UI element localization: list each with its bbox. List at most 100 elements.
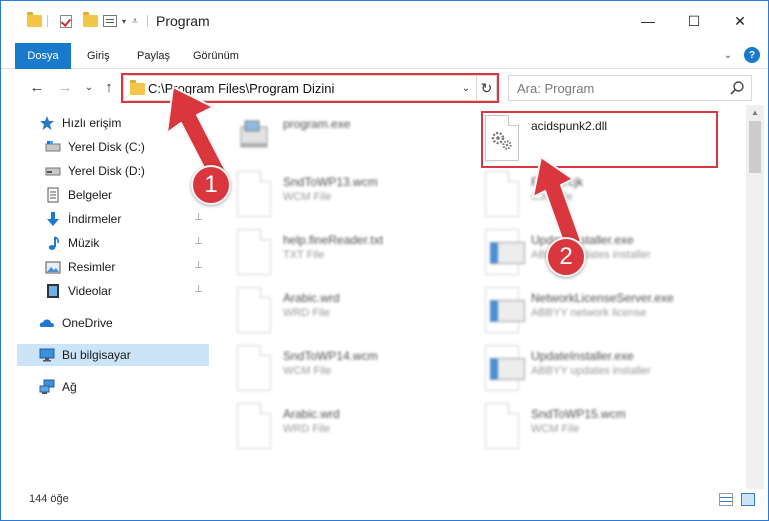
file-name: Arabic.wrd	[283, 291, 340, 305]
search-box[interactable]	[508, 75, 752, 101]
sidebar-item-label: OneDrive	[62, 316, 113, 330]
file-type: ABBYY network license	[531, 307, 647, 319]
close-button[interactable]: ✕	[717, 1, 763, 41]
scroll-up-arrow-icon[interactable]: ▲	[746, 105, 764, 119]
sidebar-item-quick-access[interactable]: Hızlı erişim	[39, 112, 209, 134]
tab-file[interactable]: Dosya	[15, 43, 71, 69]
file-item[interactable]: Arabic.wrd WRD File	[213, 283, 453, 339]
file-icon	[237, 403, 271, 449]
separator	[47, 15, 48, 27]
drive-icon	[45, 163, 61, 179]
tab-home[interactable]: Giriş	[79, 43, 118, 69]
properties-check-icon[interactable]	[57, 13, 75, 29]
vertical-scrollbar[interactable]: ▲	[746, 105, 764, 489]
sidebar-item-label: İndirmeler	[68, 212, 122, 226]
title-bar: ▾ ⩡ Program — ☐ ✕	[1, 1, 768, 41]
details-view-icon[interactable]	[719, 493, 733, 506]
file-type: WCM File	[283, 191, 332, 203]
sidebar-item-network[interactable]: Ağ	[39, 376, 209, 398]
tab-share[interactable]: Paylaş	[129, 43, 178, 69]
file-type: WCM File	[283, 365, 332, 377]
qa-dropdown-icon[interactable]: ▾	[119, 13, 129, 29]
pin-icon[interactable]: ⊥	[194, 236, 203, 247]
up-button[interactable]: ↑	[99, 77, 119, 97]
file-type: WRD File	[283, 307, 331, 319]
recent-locations-button[interactable]: ⌄	[79, 77, 99, 97]
sidebar-item-onedrive[interactable]: OneDrive	[39, 312, 209, 334]
file-item[interactable]: SndToWP15.wcm WCM File	[461, 399, 701, 455]
file-name: help.fineReader.txt	[283, 233, 384, 247]
file-name: Arabic.wrd	[283, 407, 340, 421]
forward-button[interactable]: →	[55, 77, 75, 97]
sidebar-item-label: Belgeler	[68, 188, 113, 202]
sidebar-item-music[interactable]: Müzik ⊥	[45, 232, 209, 254]
search-input[interactable]	[517, 80, 717, 96]
properties-icon[interactable]	[101, 13, 119, 29]
back-button[interactable]: ←	[27, 77, 47, 97]
music-icon	[45, 235, 61, 251]
file-name: SndToWP14.wcm	[283, 349, 378, 363]
file-name: program.exe	[283, 117, 351, 131]
help-icon[interactable]: ?	[744, 47, 760, 63]
sidebar-item-downloads[interactable]: İndirmeler ⊥	[45, 208, 209, 230]
file-item[interactable]: program.exe	[213, 109, 453, 165]
ribbon-tabs: Dosya Giriş Paylaş Görünüm ⌄ ?	[1, 43, 768, 69]
file-type: ABBYY updates installer	[531, 365, 651, 377]
search-icon[interactable]	[729, 80, 745, 96]
tab-view[interactable]: Görünüm	[185, 43, 247, 69]
video-icon	[45, 283, 61, 299]
file-item[interactable]: NetworkLicenseServer.exe ABBYY network li…	[461, 283, 701, 339]
file-item[interactable]: Arabic.wrd WRD File	[213, 399, 453, 455]
sidebar-item-label: Yerel Disk (D:)	[68, 164, 145, 178]
application-icon	[485, 345, 525, 391]
refresh-button[interactable]: ↻	[476, 76, 496, 100]
minimize-button[interactable]: —	[625, 1, 671, 41]
sidebar-item-disk-d[interactable]: Yerel Disk (D:)	[45, 160, 209, 182]
navigation-bar: ← → ⌄ ↑ C:\Program Files\Program Dizini …	[1, 71, 768, 103]
file-type: TXT File	[283, 249, 325, 261]
scroll-thumb[interactable]	[749, 121, 761, 173]
large-icons-view-icon[interactable]	[741, 493, 755, 506]
sidebar-item-label: Bu bilgisayar	[62, 348, 131, 362]
file-type: WRD File	[283, 423, 331, 435]
address-path[interactable]: C:\Program Files\Program Dizini	[148, 81, 334, 96]
sidebar-item-documents[interactable]: Belgeler ⊥	[45, 184, 209, 206]
sidebar-item-videos[interactable]: Videolar ⊥	[45, 280, 209, 302]
star-icon	[39, 115, 55, 131]
file-icon	[485, 171, 519, 217]
annotation-badge-1: 1	[191, 165, 231, 205]
file-explorer-window: ▾ ⩡ Program — ☐ ✕ Dosya Giriş Paylaş Gör…	[0, 0, 769, 521]
file-name: acidspunk2.dll	[531, 119, 608, 133]
new-folder-icon[interactable]	[81, 12, 99, 29]
file-item[interactable]: acidspunk2.dll	[461, 109, 701, 165]
customize-toolbar-icon[interactable]: ⩡	[129, 13, 141, 29]
cloud-icon	[39, 315, 55, 331]
file-item[interactable]: SndToWP13.wcm WCM File	[213, 167, 453, 223]
file-item[interactable]: help.fineReader.txt TXT File	[213, 225, 453, 281]
sidebar-item-label: Müzik	[68, 236, 100, 250]
application-icon	[485, 287, 525, 333]
pin-icon[interactable]: ⊥	[194, 284, 203, 295]
executable-icon	[237, 113, 271, 159]
expand-ribbon-icon[interactable]: ⌄	[720, 47, 736, 63]
file-icon	[485, 403, 519, 449]
file-name: SndToWP13.wcm	[283, 175, 378, 189]
sidebar-item-this-pc[interactable]: Bu bilgisayar	[17, 344, 209, 366]
file-name: NetworkLicenseServer.exe	[531, 291, 674, 305]
sidebar-item-disk-c[interactable]: Yerel Disk (C:)	[45, 136, 209, 158]
maximize-button[interactable]: ☐	[671, 1, 717, 41]
pin-icon[interactable]: ⊥	[194, 260, 203, 271]
address-bar[interactable]: C:\Program Files\Program Dizini ⌄ ↻	[123, 75, 497, 101]
file-item[interactable]: Fretml.cjk CJK File	[461, 167, 701, 223]
file-item[interactable]: SndToWP14.wcm WCM File	[213, 341, 453, 397]
folder-icon[interactable]	[25, 12, 43, 29]
sidebar-item-label: Resimler	[68, 260, 116, 274]
sidebar-item-pictures[interactable]: Resimler ⊥	[45, 256, 209, 278]
network-icon	[39, 379, 55, 395]
application-icon	[485, 229, 525, 275]
file-item[interactable]: UpdateInstaller.exe ABBYY updates install…	[461, 341, 701, 397]
file-icon	[237, 345, 271, 391]
annotation-badge-2: 2	[546, 237, 586, 277]
pin-icon[interactable]: ⊥	[194, 212, 203, 223]
address-dropdown-icon[interactable]: ⌄	[458, 79, 474, 97]
